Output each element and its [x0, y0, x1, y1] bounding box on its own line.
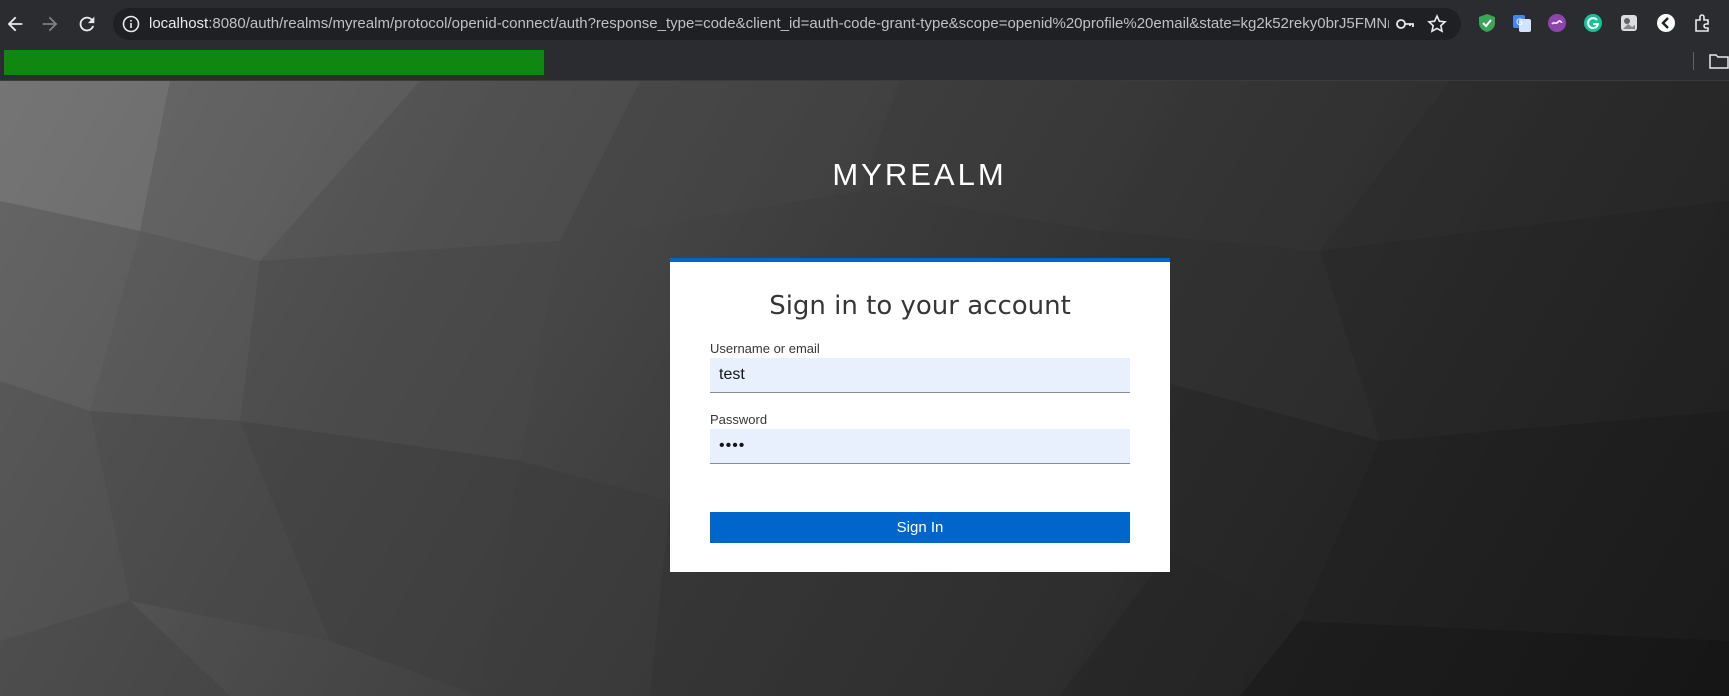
site-info-icon[interactable]	[122, 15, 140, 33]
url-host: localhost	[149, 15, 209, 32]
url-path: :8080/auth/realms/myrealm/protocol/openi…	[208, 15, 1389, 32]
realm-title: MYREALM	[832, 157, 1007, 192]
browser-toolbar: localhost:8080/auth/realms/myrealm/proto…	[0, 0, 1729, 47]
card-title: Sign in to your account	[769, 291, 1071, 321]
bookmark-star-icon[interactable]	[1427, 14, 1447, 34]
login-card: Sign in to your account Username or emai…	[670, 258, 1170, 572]
password-input[interactable]: ••••	[710, 429, 1130, 464]
sign-in-button[interactable]: Sign In	[710, 512, 1130, 543]
username-input[interactable]: test	[710, 358, 1130, 393]
password-label: Password	[710, 412, 768, 427]
login-page: MYREALM Sign in to your account Username…	[0, 81, 1729, 696]
shield-extension-icon[interactable]	[1477, 13, 1497, 33]
forward-arrow-icon[interactable]	[39, 13, 61, 35]
password-key-icon[interactable]	[1395, 14, 1415, 34]
address-bar[interactable]: localhost:8080/auth/realms/myrealm/proto…	[113, 8, 1461, 40]
bookmarks-separator	[1693, 52, 1694, 70]
progress-bar	[4, 50, 544, 75]
back-circle-extension-icon[interactable]	[1656, 13, 1676, 33]
translate-extension-icon[interactable]: G	[1512, 13, 1532, 33]
bookmarks-folder-icon[interactable]	[1709, 53, 1729, 69]
purple-extension-icon[interactable]	[1547, 13, 1567, 33]
username-label: Username or email	[710, 341, 820, 356]
back-arrow-icon[interactable]	[4, 13, 26, 35]
image-extension-icon[interactable]	[1619, 13, 1639, 33]
url-text[interactable]: localhost:8080/auth/realms/myrealm/proto…	[149, 8, 1389, 40]
svg-text:G: G	[1516, 18, 1523, 28]
reload-icon[interactable]	[76, 13, 98, 35]
grammarly-extension-icon[interactable]	[1583, 13, 1603, 33]
extensions-puzzle-icon[interactable]	[1693, 13, 1713, 33]
